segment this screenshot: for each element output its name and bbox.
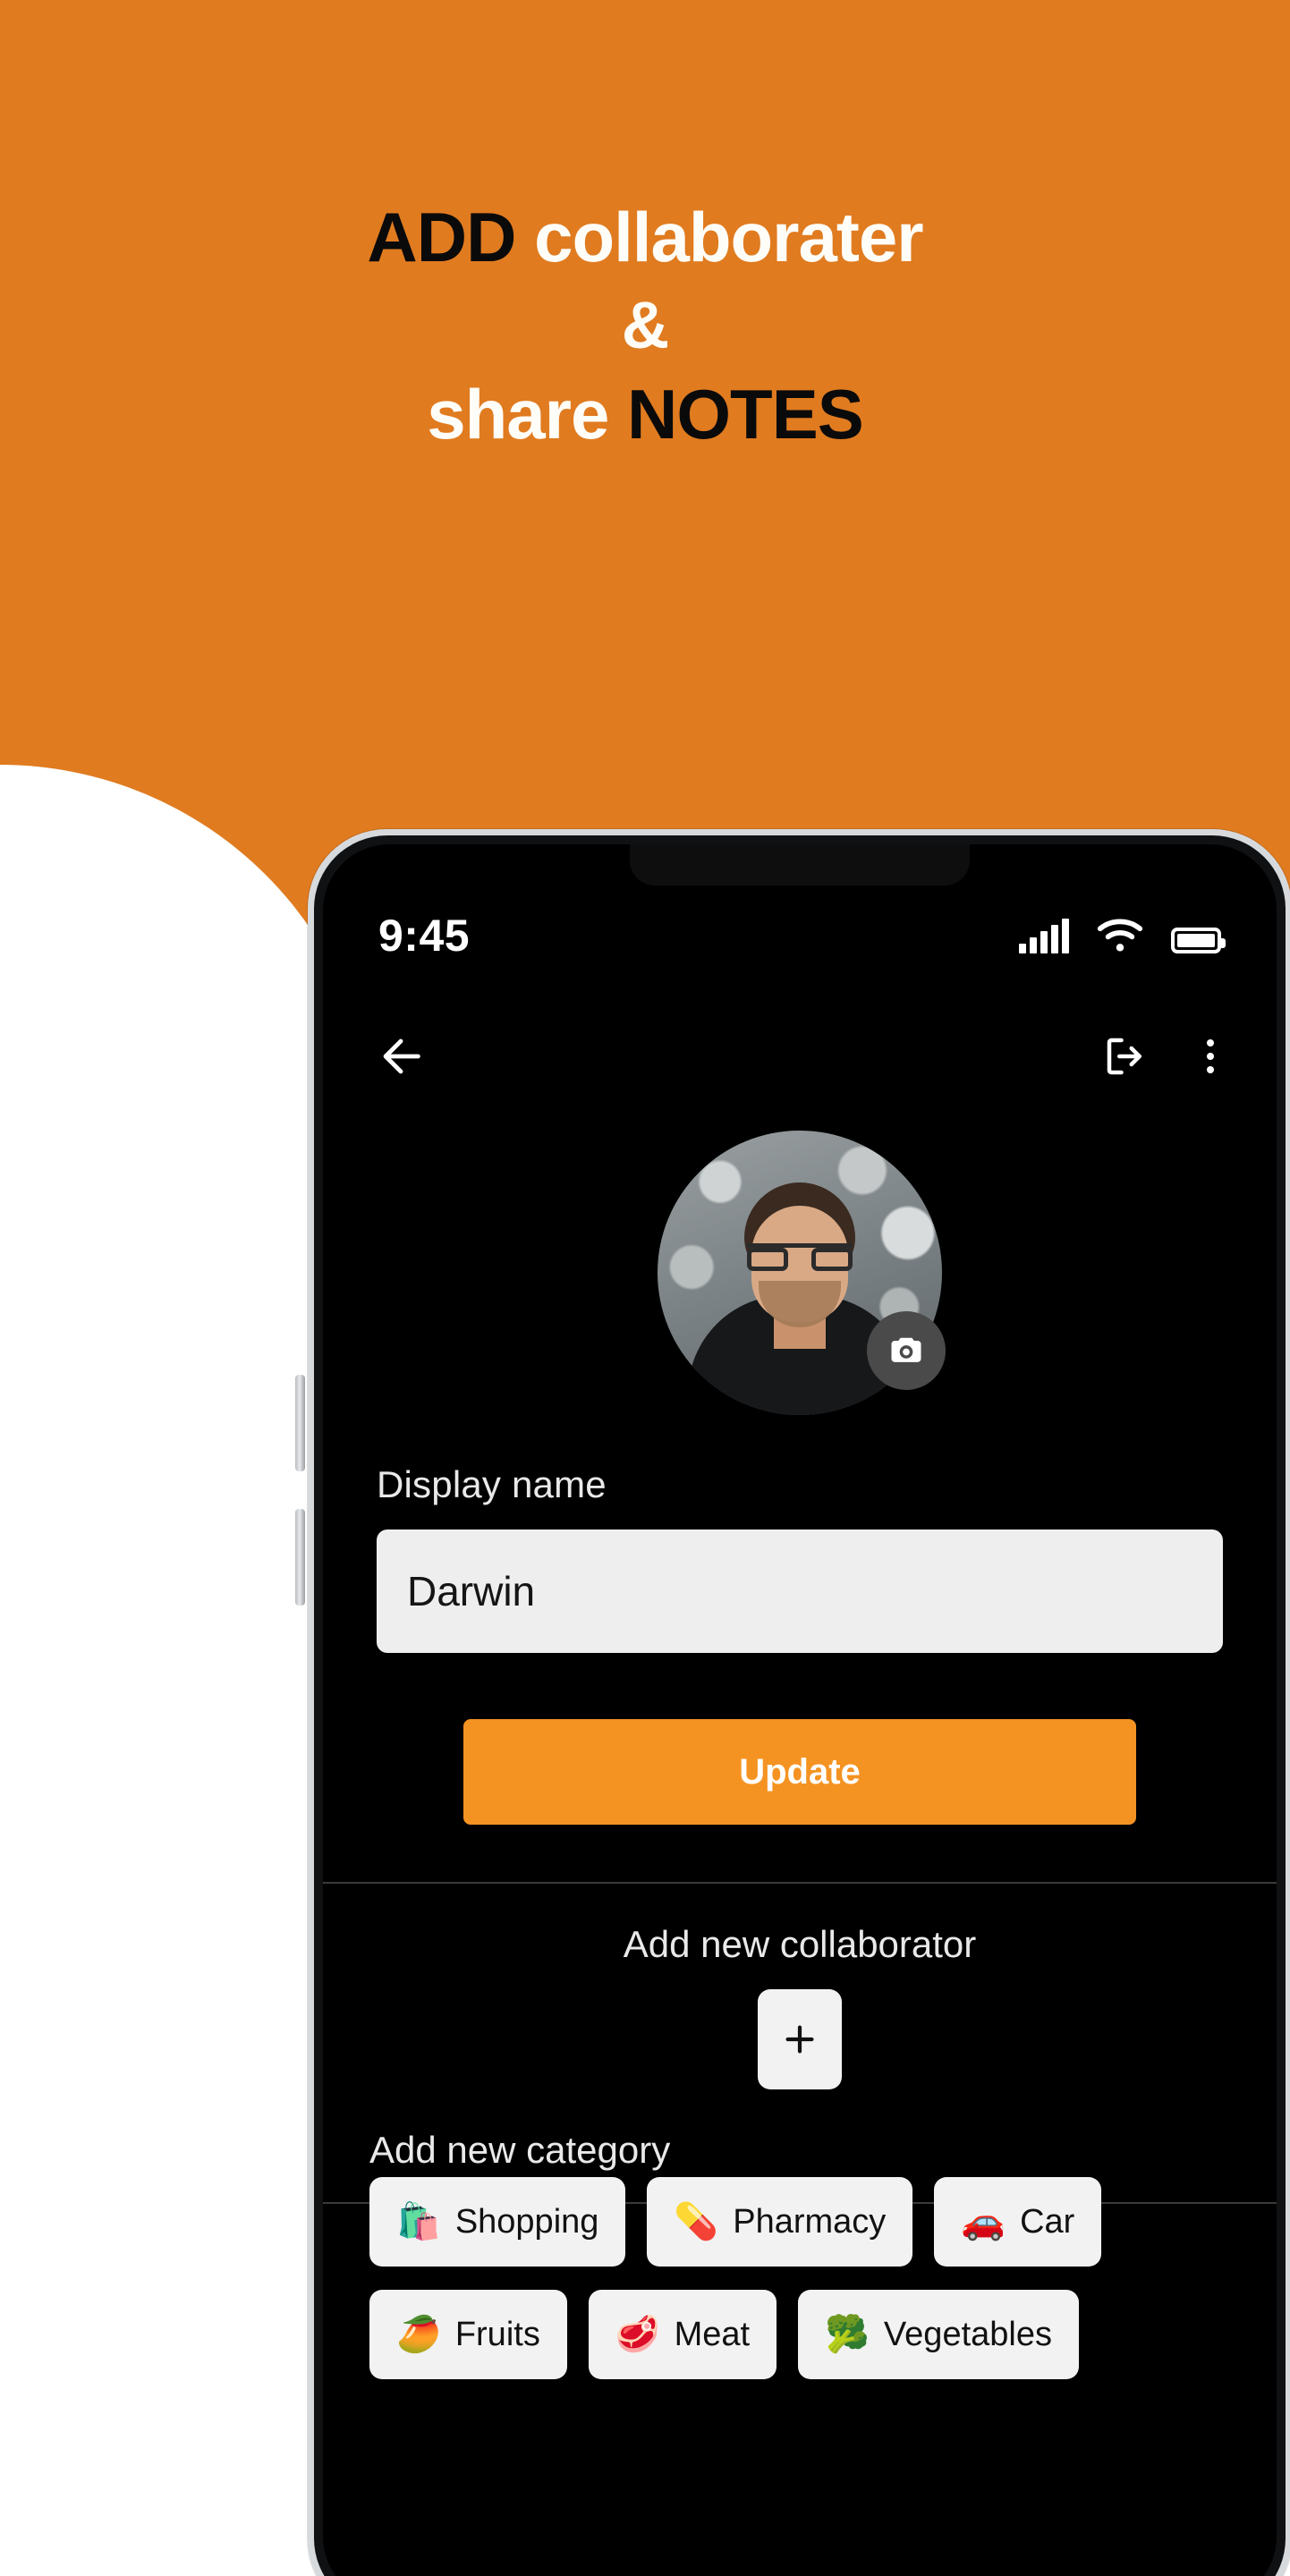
logout-button[interactable] [1101, 1032, 1150, 1080]
category-chip-meat[interactable]: 🥩 Meat [588, 2290, 777, 2379]
app-toolbar [323, 1007, 1277, 1106]
promo-screenshot: ADD collaborater & share NOTES 9:45 Disp… [0, 0, 1290, 2576]
headline-word-share: share [427, 374, 628, 453]
phone-bezel: 9:45 Display name Darwin Update Add new … [314, 835, 1286, 2576]
back-arrow-icon [383, 1038, 420, 1074]
phone-notch [630, 844, 970, 886]
meat-icon: 🥩 [615, 2315, 660, 2354]
display-name-label: Display name [377, 1463, 607, 1505]
headline-word-collaborater: collaborater [534, 198, 923, 276]
profile-photo-section [323, 1131, 1277, 1415]
overflow-menu-button[interactable] [1196, 1034, 1225, 1079]
category-chip-label: Car [1020, 2202, 1075, 2241]
category-chip-label: Shopping [454, 2202, 599, 2241]
phone-mockup: 9:45 Display name Darwin Update Add new … [172, 829, 1290, 2576]
avatar[interactable] [658, 1131, 946, 1415]
phone-screen: 9:45 Display name Darwin Update Add new … [323, 844, 1277, 2576]
update-button[interactable]: Update [463, 1719, 1136, 1825]
wifi-icon [1097, 919, 1143, 952]
headline-ampersand: & [621, 288, 669, 363]
mango-icon: 🥭 [396, 2315, 441, 2354]
category-chip-car[interactable]: 🚗 Car [934, 2177, 1102, 2267]
category-chip-label: Fruits [454, 2315, 540, 2353]
change-photo-button[interactable] [867, 1311, 946, 1390]
status-time: 9:45 [378, 911, 471, 961]
display-name-input[interactable]: Darwin [377, 1530, 1223, 1653]
headline-word-add: ADD [367, 198, 535, 276]
add-category-title: Add new category [369, 2129, 671, 2171]
category-chip-label: Meat [674, 2315, 751, 2353]
volume-down-button[interactable] [295, 1509, 305, 1606]
add-collaborator-title: Add new collaborator [623, 1923, 977, 1965]
section-divider-top [323, 1882, 1277, 1884]
shopping-bags-icon: 🛍️ [396, 2202, 441, 2241]
category-chip-label: Pharmacy [733, 2202, 887, 2241]
volume-up-button[interactable] [295, 1375, 305, 1471]
category-chip-vegetables[interactable]: 🥦 Vegetables [798, 2290, 1079, 2379]
status-icon-group [1019, 918, 1226, 953]
category-chip-list: 🛍️ Shopping 💊 Pharmacy 🚗 Car 🥭 Fruits 🥩 … [323, 2177, 1277, 2379]
camera-icon [891, 1337, 921, 1362]
headline-line-1: ADD collaborater [0, 192, 1290, 283]
headline-line-2: & [0, 283, 1290, 369]
signal-bars-icon [1019, 919, 1069, 953]
battery-full-icon [1171, 928, 1226, 953]
headline-line-3: share NOTES [0, 369, 1290, 460]
broccoli-icon: 🥦 [825, 2315, 870, 2354]
category-chip-fruits[interactable]: 🥭 Fruits [369, 2290, 567, 2379]
plus-icon [785, 2025, 814, 2054]
back-button[interactable] [375, 1030, 427, 1082]
logout-icon [1107, 1038, 1141, 1075]
collaborator-inner: Add new collaborator Add new category [323, 1923, 1277, 2172]
category-chip-label: Vegetables [883, 2315, 1052, 2353]
profile-form: Display name Darwin Update [323, 1463, 1277, 1825]
pill-icon: 💊 [674, 2202, 719, 2241]
car-icon: 🚗 [961, 2202, 1006, 2241]
headline-word-notes: NOTES [627, 374, 864, 453]
add-collaborator-button[interactable] [758, 1989, 842, 2089]
category-chip-pharmacy[interactable]: 💊 Pharmacy [647, 2177, 913, 2267]
promo-headline: ADD collaborater & share NOTES [0, 192, 1290, 460]
more-vertical-icon [1207, 1039, 1214, 1046]
phone-frame: 9:45 Display name Darwin Update Add new … [308, 829, 1290, 2576]
avatar-glasses [747, 1243, 853, 1271]
toolbar-actions [1101, 1032, 1225, 1080]
category-chip-shopping[interactable]: 🛍️ Shopping [369, 2177, 626, 2267]
collaborator-section: Add new collaborator Add new category [323, 1882, 1277, 2204]
